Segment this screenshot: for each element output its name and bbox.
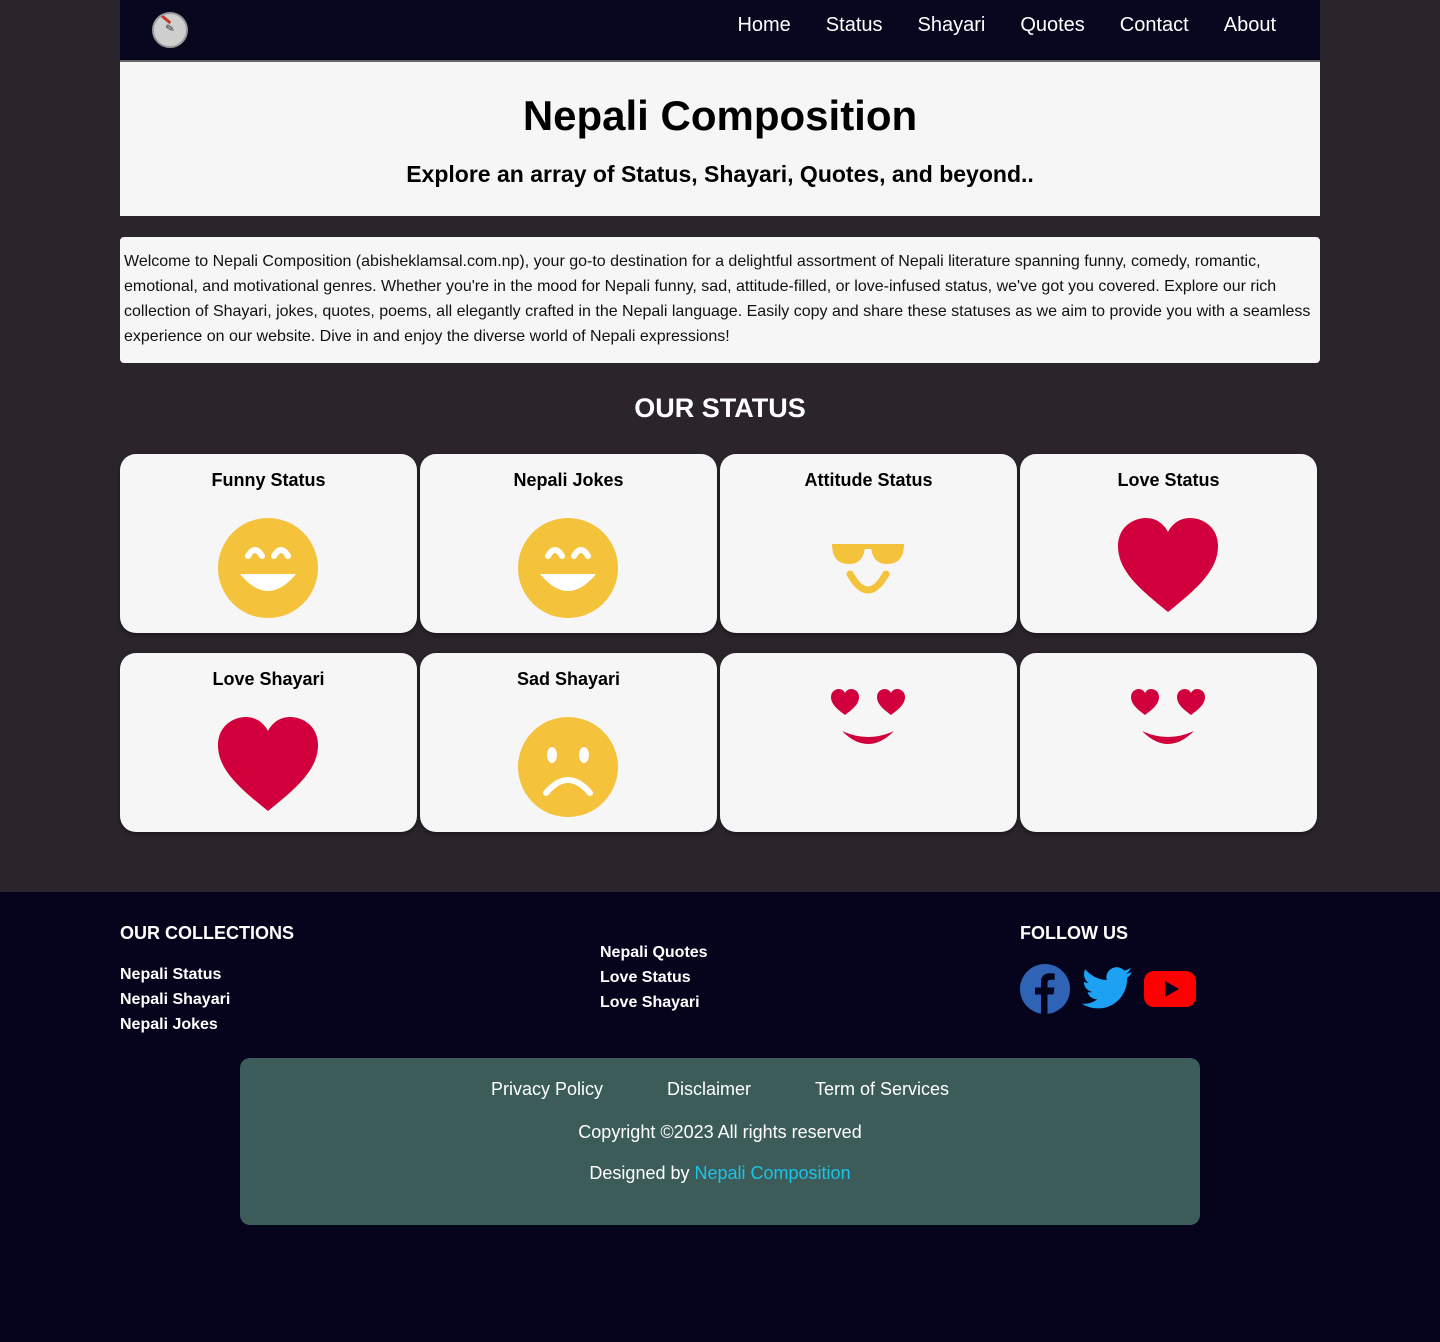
footer-collections-2: Nepali Quotes Love Status Love Shayari [600,940,708,1015]
card-title: Funny Status [211,470,326,490]
heart-icon [1118,518,1218,612]
card-nepali-jokes[interactable]: Nepali Jokes [420,454,717,633]
card-love-shayari[interactable]: Love Shayari [120,653,417,832]
section-title: OUR STATUS [634,393,806,423]
intro-text: Welcome to Nepali Composition (abishekla… [120,237,1320,363]
footer-link-nepali-quotes[interactable]: Nepali Quotes [600,940,708,965]
facebook-icon[interactable] [1020,964,1070,1014]
card-title: Love Status [1117,470,1220,490]
card-funny-status[interactable]: Funny Status [120,454,417,633]
nav-contact[interactable]: Contact [1120,12,1189,38]
card-heart-eyes-2[interactable] [1020,653,1317,832]
site-logo[interactable]: ✎ [152,12,188,48]
navbar: ✎ Home Status Shayari Quotes Contact Abo… [120,0,1320,62]
footer-link-nepali-status[interactable]: Nepali Status [120,962,294,987]
hero-banner: Nepali Composition Explore an array of S… [120,62,1320,216]
sad-face-icon [518,717,618,817]
card-sad-shayari[interactable]: Sad Shayari [420,653,717,832]
card-title: Sad Shayari [516,669,621,689]
nav-links: Home Status Shayari Quotes Contact About [737,12,1276,38]
heart-icon [218,717,318,811]
sunglasses-smile-icon [832,544,904,594]
card-title: Nepali Jokes [513,470,624,490]
social-links [1020,964,1196,1014]
designed-by-prefix: Designed by [589,1163,695,1183]
footer-link-love-status[interactable]: Love Status [600,965,708,990]
legal-links: Privacy Policy Disclaimer Term of Servic… [240,1078,1200,1100]
copyright-text: Copyright ©2023 All rights reserved [578,1122,862,1142]
grinning-face-icon [518,518,618,618]
collections-heading: OUR COLLECTIONS [120,923,294,943]
footer-link-love-shayari[interactable]: Love Shayari [600,990,708,1015]
designer-link[interactable]: Nepali Composition [695,1163,851,1183]
footer-bottom: Privacy Policy Disclaimer Term of Servic… [240,1058,1200,1225]
page-title: Nepali Composition [522,92,918,139]
footer-collections: OUR COLLECTIONS Nepali Status Nepali Sha… [120,922,294,1037]
terms-link[interactable]: Term of Services [815,1078,949,1100]
nav-quotes[interactable]: Quotes [1020,12,1084,38]
collections-list-1: Nepali Status Nepali Shayari Nepali Joke… [120,962,294,1037]
page-subtitle: Explore an array of Status, Shayari, Quo… [406,161,1034,187]
nav-home[interactable]: Home [737,12,790,38]
follow-heading: FOLLOW US [1020,923,1128,943]
grinning-face-icon [218,518,318,618]
footer-follow: FOLLOW US [1020,922,1196,1014]
disclaimer-link[interactable]: Disclaimer [667,1078,751,1100]
nav-about[interactable]: About [1224,12,1276,38]
heart-eyes-icon [831,689,905,744]
nav-shayari[interactable]: Shayari [918,12,986,38]
heart-eyes-icon [1131,689,1205,744]
collections-list-2: Nepali Quotes Love Status Love Shayari [600,940,708,1015]
card-title: Attitude Status [804,470,933,490]
card-love-status[interactable]: Love Status [1020,454,1317,633]
footer: OUR COLLECTIONS Nepali Status Nepali Sha… [0,892,1440,1342]
twitter-icon[interactable] [1082,967,1132,1011]
youtube-icon[interactable] [1144,969,1196,1009]
nav-status[interactable]: Status [826,12,883,38]
footer-link-nepali-shayari[interactable]: Nepali Shayari [120,987,294,1012]
card-attitude-status[interactable]: Attitude Status [720,454,1017,633]
privacy-policy-link[interactable]: Privacy Policy [491,1078,603,1100]
logo-glyph: ✎ [164,21,176,36]
designed-by: Designed by Nepali Composition [240,1162,1200,1184]
card-heart-eyes-1[interactable] [720,653,1017,832]
card-title: Love Shayari [212,669,325,689]
footer-link-nepali-jokes[interactable]: Nepali Jokes [120,1012,294,1037]
